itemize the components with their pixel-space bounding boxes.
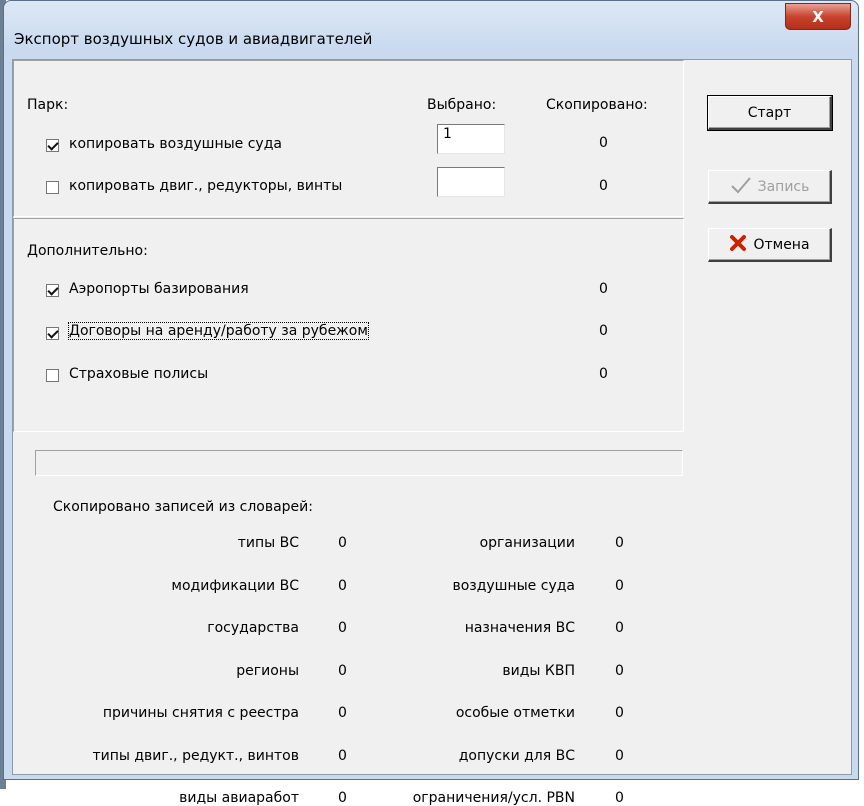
contracts-copied-count: 0: [599, 323, 608, 339]
dictionaries-panel: Скопировано записей из словарей: типы ВС…: [13, 478, 684, 806]
contracts-checkbox[interactable]: [46, 327, 59, 340]
airports-label[interactable]: Аэропорты базирования: [69, 281, 249, 297]
dict-left-count: 0: [338, 790, 347, 806]
close-button[interactable]: X: [785, 3, 851, 30]
dict-right-name: виды КВП: [502, 663, 575, 679]
additional-panel: Дополнительно: Аэропорты базирования 0 Д…: [13, 218, 684, 432]
aircraft-selected-field[interactable]: 1: [437, 124, 505, 154]
dict-left-name: причины снятия с реестра: [102, 705, 299, 721]
park-label: Парк:: [27, 97, 69, 113]
dict-right-name: особые отметки: [455, 705, 575, 721]
window-title: Экспорт воздушных судов и авиадвигателей: [14, 30, 373, 48]
insurance-label[interactable]: Страховые полисы: [69, 366, 208, 382]
close-icon: X: [812, 7, 824, 26]
insurance-copied-count: 0: [599, 366, 608, 382]
copy-engines-label[interactable]: копировать двиг., редукторы, винты: [69, 178, 342, 194]
airports-checkbox[interactable]: [46, 284, 59, 297]
dict-right-name: назначения ВС: [464, 620, 575, 636]
start-button[interactable]: Старт: [707, 95, 833, 131]
copy-aircraft-checkbox[interactable]: [46, 139, 59, 152]
dict-left-count: 0: [338, 535, 347, 551]
dialog-window: Экспорт воздушных судов и авиадвигателей…: [3, 0, 859, 806]
start-button-label: Старт: [747, 104, 792, 121]
dict-left-count: 0: [338, 578, 347, 594]
save-button-label: Запись: [757, 178, 810, 195]
title-bar[interactable]: Экспорт воздушных судов и авиадвигателей…: [4, 1, 858, 51]
insurance-checkbox[interactable]: [46, 369, 59, 382]
save-button[interactable]: Запись: [708, 170, 832, 204]
dict-left-count: 0: [338, 748, 347, 764]
copy-aircraft-label[interactable]: копировать воздушные суда: [69, 136, 282, 152]
dict-left-count: 0: [338, 620, 347, 636]
dict-right-count: 0: [615, 705, 624, 721]
progress-bar: [35, 450, 683, 476]
cancel-button[interactable]: Отмена: [708, 228, 832, 262]
checkmark-icon: [730, 176, 752, 197]
cancel-button-label: Отмена: [753, 236, 810, 253]
selected-header: Выбрано:: [427, 97, 497, 113]
dict-left-name: модификации ВС: [171, 578, 299, 594]
dict-left-name: типы двиг., редукт., винтов: [92, 748, 299, 764]
park-panel: Парк: Выбрано: Скопировано: копировать в…: [13, 60, 684, 217]
engines-selected-field[interactable]: [437, 167, 505, 197]
dict-left-name: виды авиаработ: [179, 790, 299, 806]
copy-engines-checkbox[interactable]: [46, 181, 59, 194]
copied-header: Скопировано:: [546, 97, 648, 113]
dict-left-count: 0: [338, 705, 347, 721]
dialog-client-area: Парк: Выбрано: Скопировано: копировать в…: [12, 59, 852, 806]
dict-left-count: 0: [338, 663, 347, 679]
dict-right-name: воздушные суда: [452, 578, 575, 594]
red-x-icon: [729, 234, 747, 255]
dict-right-name: организации: [479, 535, 575, 551]
dict-right-count: 0: [615, 535, 624, 551]
engines-copied-count: 0: [599, 178, 608, 194]
dict-right-count: 0: [615, 790, 624, 806]
dict-right-name: допуски для ВС: [458, 748, 575, 764]
dict-right-count: 0: [615, 620, 624, 636]
dict-right-count: 0: [615, 748, 624, 764]
dict-left-name: государства: [207, 620, 299, 636]
dict-right-count: 0: [615, 578, 624, 594]
dictionaries-label: Скопировано записей из словарей:: [53, 499, 313, 515]
airports-copied-count: 0: [599, 281, 608, 297]
dict-right-name: ограничения/усл. PBN: [412, 790, 575, 806]
additional-label: Дополнительно:: [27, 243, 148, 259]
dict-left-name: типы ВС: [237, 535, 299, 551]
dict-right-count: 0: [615, 663, 624, 679]
contracts-label[interactable]: Договоры на аренду/работу за рубежом: [68, 322, 369, 340]
dict-left-name: регионы: [236, 663, 299, 679]
aircraft-copied-count: 0: [599, 135, 608, 151]
